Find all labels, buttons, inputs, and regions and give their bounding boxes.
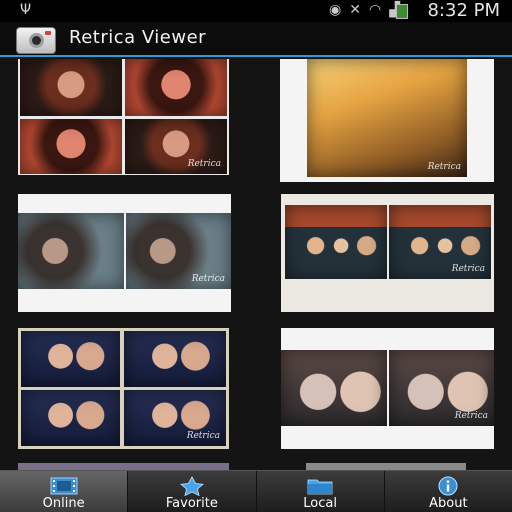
- photo-panel: [125, 59, 227, 116]
- photo-tile[interactable]: Retrica: [280, 59, 494, 182]
- retrica-watermark: Retrica: [427, 162, 461, 172]
- photo-panel: Retrica: [125, 119, 227, 174]
- retrica-watermark: Retrica: [186, 431, 220, 441]
- photo-panel: Retrica: [389, 350, 494, 426]
- nav-label: Local: [303, 496, 337, 511]
- photo-panel: [21, 390, 120, 446]
- photo-tile[interactable]: Retrica: [18, 194, 231, 312]
- photo-tile[interactable]: [306, 463, 466, 470]
- battery-charging-icon: [396, 4, 408, 19]
- photo-panel: [281, 350, 387, 426]
- photo-tile[interactable]: Retrica: [18, 328, 229, 449]
- bottom-nav: Online Favorite Local About: [0, 470, 512, 512]
- photo-panel: Retrica: [126, 213, 231, 289]
- retrica-watermark: Retrica: [451, 264, 485, 274]
- nav-label: Online: [42, 496, 85, 511]
- status-icons: ◉ ✕ ◠ ▟: [329, 2, 400, 18]
- photo-tile[interactable]: [18, 463, 229, 470]
- nav-favorite[interactable]: Favorite: [128, 471, 257, 512]
- photo-panel: [18, 213, 124, 289]
- app-title: Retrica Viewer: [69, 27, 207, 48]
- retrica-watermark: Retrica: [191, 274, 225, 284]
- photo-tile[interactable]: Retrica: [18, 59, 229, 175]
- nav-label: Favorite: [165, 496, 218, 511]
- photo-tile[interactable]: Retrica: [281, 194, 494, 312]
- camera-lens-icon: [29, 33, 44, 48]
- nav-local[interactable]: Local: [257, 471, 385, 512]
- status-clock: 8:32 PM: [427, 0, 500, 21]
- star-icon: [179, 476, 204, 496]
- photo-panel: Retrica: [307, 59, 467, 177]
- photo-panel: Retrica: [389, 205, 491, 279]
- folder-icon: [307, 479, 333, 495]
- retrica-watermark: Retrica: [187, 159, 221, 169]
- eye-icon: ◉: [329, 2, 342, 18]
- wifi-icon: ◠: [369, 2, 382, 18]
- photo-panel: [21, 331, 120, 387]
- nav-about[interactable]: About: [385, 471, 512, 512]
- photo-tile[interactable]: Retrica: [281, 328, 494, 449]
- photo-panel: [124, 331, 226, 387]
- photo-panel: [285, 205, 387, 279]
- photo-panel: Retrica: [124, 390, 226, 446]
- usb-icon: Ψ: [20, 2, 32, 18]
- screen: Ψ ◉ ✕ ◠ ▟ 8:32 PM Retrica Viewer Retrica: [0, 0, 512, 512]
- camera-flash-icon: [45, 31, 51, 35]
- retrica-watermark: Retrica: [454, 411, 488, 421]
- mute-icon: ✕: [349, 2, 361, 18]
- photo-panel: [20, 59, 122, 116]
- status-bar: Ψ ◉ ✕ ◠ ▟ 8:32 PM: [0, 0, 512, 22]
- camera-app-icon: [16, 27, 56, 54]
- photo-grid[interactable]: Retrica Retrica Retrica Retrica Retrica: [0, 59, 512, 470]
- film-strip-icon: [50, 477, 78, 495]
- nav-label: About: [429, 496, 468, 511]
- info-icon: [438, 476, 458, 496]
- title-bar: Retrica Viewer: [0, 22, 512, 57]
- photo-panel: [20, 119, 122, 174]
- nav-online[interactable]: Online: [0, 471, 129, 512]
